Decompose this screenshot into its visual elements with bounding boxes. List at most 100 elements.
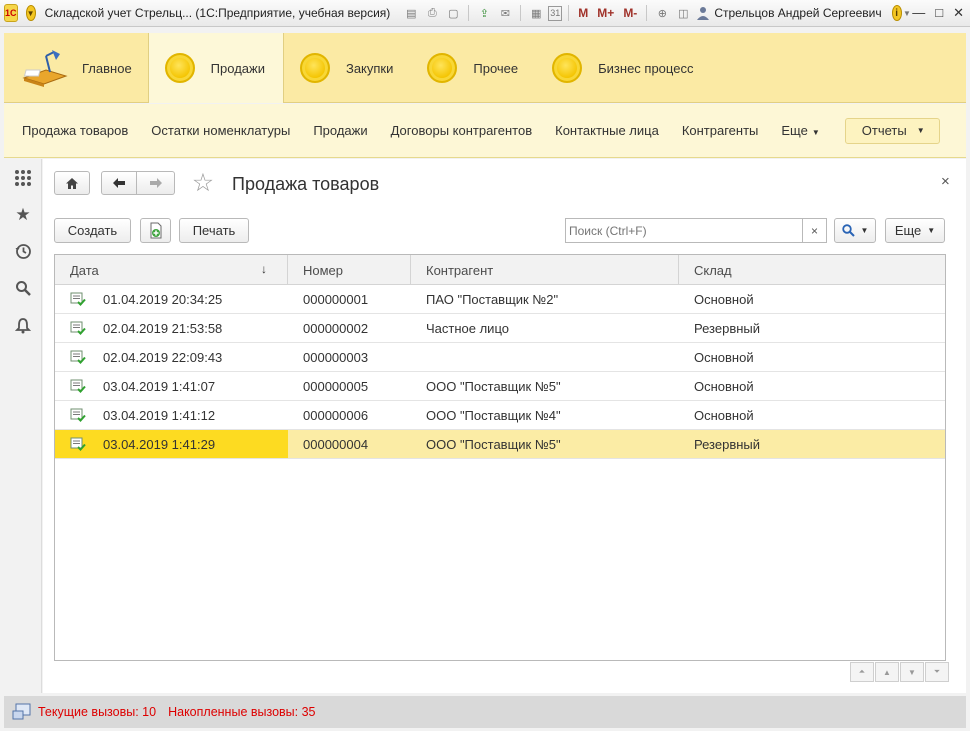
copy-button[interactable] — [140, 218, 171, 243]
column-label: Склад — [694, 262, 732, 278]
section-sales[interactable]: Продажи — [147, 33, 284, 103]
search-options-button[interactable]: ▼ — [834, 218, 876, 243]
nav-contact-persons[interactable]: Контактные лица — [555, 123, 659, 138]
column-label: Номер — [303, 262, 344, 278]
reports-button[interactable]: Отчеты ▼ — [844, 117, 940, 144]
back-button[interactable] — [101, 171, 137, 195]
cell-number: 000000002 — [303, 320, 369, 336]
more-actions-button[interactable]: Еще ▼ — [885, 218, 945, 243]
more-label: Еще — [781, 123, 808, 138]
column-header-number[interactable]: Номер — [288, 255, 411, 285]
table-row[interactable]: 03.04.2019 1:41:12 000000006 ООО "Поставщи… — [55, 401, 945, 430]
cell-number: 000000003 — [303, 349, 369, 365]
clear-search-icon[interactable]: × — [802, 219, 826, 242]
table-row[interactable]: 01.04.2019 20:34:25 000000001 ПАО "Поставщ… — [55, 285, 945, 314]
nav-counterparties[interactable]: Контрагенты — [682, 123, 759, 138]
memory-button[interactable]: M — [575, 6, 591, 20]
minimize-icon[interactable]: — — [912, 5, 925, 21]
column-header-warehouse[interactable]: Склад — [679, 255, 945, 285]
sort-descending-icon: ↓ — [261, 262, 267, 276]
cell-counterparty: ООО "Поставщик №5" — [426, 436, 561, 452]
history-icon[interactable] — [13, 241, 33, 261]
separator — [568, 5, 570, 21]
cell-date: 01.04.2019 20:34:25 — [55, 285, 288, 313]
column-label: Контрагент — [426, 262, 494, 278]
cell-counterparty: Частное лицо — [426, 320, 509, 336]
all-functions-icon[interactable] — [13, 168, 33, 188]
save-icon[interactable]: ▤ — [402, 4, 420, 22]
search-input[interactable] — [566, 219, 803, 242]
current-calls-text: Текущие вызовы: 10 — [38, 705, 157, 719]
info-icon[interactable]: i — [891, 5, 902, 21]
date-value: 01.04.2019 20:34:25 — [103, 291, 223, 307]
date-value: 03.04.2019 1:41:07 — [103, 378, 216, 394]
print-icon[interactable]: ⎙ — [423, 4, 441, 22]
section-main[interactable]: Главное — [4, 33, 148, 103]
app-logo-icon[interactable]: 1С — [4, 4, 18, 22]
column-header-date[interactable]: Дата ↓ — [55, 255, 288, 285]
memory-plus-button[interactable]: M+ — [594, 6, 617, 20]
nav-sales[interactable]: Продажи — [313, 123, 367, 138]
cell-number: 000000006 — [303, 407, 369, 423]
table-row[interactable]: 02.04.2019 22:09:43 000000003 Основной — [55, 343, 945, 372]
user-icon — [697, 7, 710, 20]
panels-icon[interactable]: ◫ — [674, 4, 692, 22]
search-icon[interactable] — [13, 278, 33, 298]
document-posted-icon — [70, 321, 86, 335]
calendar-icon[interactable]: 31 — [548, 5, 563, 21]
scroll-up-icon[interactable]: ▲ — [875, 662, 899, 682]
maximize-icon[interactable]: □ — [935, 5, 943, 21]
window-title: Складской учет Стрельц... (1С:Предприяти… — [44, 6, 391, 20]
scroll-down-icon[interactable]: ▼ — [900, 662, 924, 682]
cell-warehouse: Резервный — [694, 436, 761, 452]
nav-contracts[interactable]: Договоры контрагентов — [391, 123, 533, 138]
nav-sales-of-goods[interactable]: Продажа товаров — [22, 123, 128, 138]
section-other[interactable]: Прочее — [411, 33, 536, 103]
document-posted-icon — [70, 437, 86, 451]
print-button[interactable]: Печать — [179, 218, 249, 243]
main-menu-dropdown-icon[interactable]: ▼ — [25, 5, 36, 21]
close-window-icon[interactable]: ✕ — [953, 5, 964, 21]
scroll-top-icon[interactable]: ⏶ — [850, 662, 874, 682]
column-header-counterparty[interactable]: Контрагент — [411, 255, 679, 285]
nav-stock-balances[interactable]: Остатки номенклатуры — [151, 123, 290, 138]
notifications-bell-icon[interactable] — [13, 315, 33, 335]
cell-warehouse: Основной — [694, 407, 754, 423]
nav-more-menu[interactable]: Еще ▼ — [781, 123, 819, 138]
document-posted-icon — [70, 292, 86, 306]
monitor-icon[interactable] — [12, 703, 32, 721]
favorite-star-icon[interactable]: ☆ — [189, 169, 217, 197]
table-body: 01.04.2019 20:34:25 000000001 ПАО "Поставщ… — [55, 285, 945, 459]
scroll-bottom-icon[interactable]: ⏷ — [925, 662, 949, 682]
list-scroll-buttons: ⏶ ▲ ▼ ⏷ — [849, 662, 949, 682]
user-menu[interactable]: Стрельцов Андрей Сергеевич — [696, 6, 882, 20]
user-name: Стрельцов Андрей Сергеевич — [714, 6, 882, 20]
table-row[interactable]: 03.04.2019 1:41:07 000000005 ООО "Поставщи… — [55, 372, 945, 401]
table-row[interactable]: 02.04.2019 21:53:58 000000002 Частное лицо… — [55, 314, 945, 343]
section-label: Бизнес процесс — [598, 60, 694, 76]
forward-button[interactable] — [137, 171, 175, 195]
info-dropdown-icon[interactable]: ▼ — [902, 4, 912, 22]
function-panel: Продажа товаров Остатки номенклатуры Про… — [4, 104, 966, 158]
cell-number: 000000004 — [303, 436, 369, 452]
cell-counterparty — [411, 343, 679, 371]
close-form-icon[interactable]: × — [941, 173, 950, 190]
section-business-process[interactable]: Бизнес процесс — [536, 33, 711, 103]
search-field[interactable]: × — [565, 218, 827, 243]
mail-icon[interactable]: ✉ — [496, 4, 514, 22]
upload-icon[interactable]: ⇪ — [475, 4, 493, 22]
zoom-icon[interactable]: ⊕ — [653, 4, 671, 22]
cell-date: 03.04.2019 1:41:29 — [55, 430, 288, 458]
separator — [646, 5, 648, 21]
table-row[interactable]: 03.04.2019 1:41:29 000000004 ООО "Поставщи… — [55, 430, 945, 459]
memory-minus-button[interactable]: M- — [620, 6, 640, 20]
calculator-icon[interactable]: ▦ — [527, 4, 545, 22]
arrow-right-icon — [149, 178, 162, 188]
cell-counterparty: ООО "Поставщик №4" — [426, 407, 561, 423]
preview-icon[interactable]: ▢ — [444, 4, 462, 22]
favorites-icon[interactable]: ★ — [13, 205, 33, 225]
section-purchases[interactable]: Закупки — [284, 33, 411, 103]
home-button[interactable] — [54, 171, 90, 195]
caret-down-icon: ▼ — [927, 226, 936, 235]
create-button[interactable]: Создать — [54, 218, 131, 243]
